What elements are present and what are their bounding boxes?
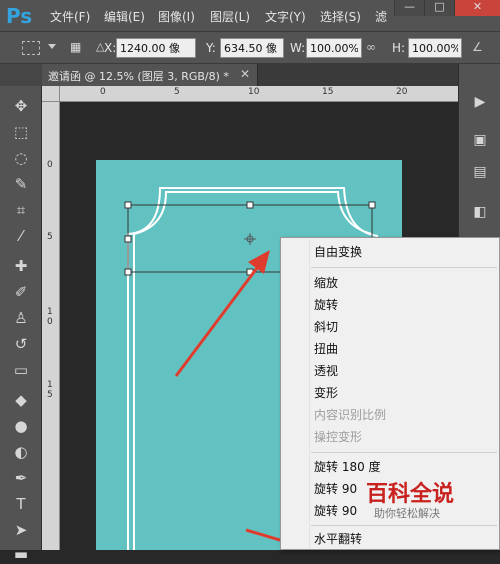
menu-item-content-aware-scale: 内容识别比例	[314, 408, 387, 422]
annotation-arrow	[174, 250, 270, 377]
menu-separator	[311, 525, 497, 526]
watermark: 百科全说 助你轻松解决	[360, 474, 464, 524]
menu-separator	[311, 267, 497, 268]
menu-item-puppet-warp: 操控变形	[314, 430, 363, 444]
menu-item-skew[interactable]: 斜切	[281, 316, 500, 338]
menu-item-scale[interactable]: 缩放	[281, 272, 500, 294]
menu-item-free-transform[interactable]: 自由变换	[281, 241, 500, 263]
menu-item-rotate[interactable]: 旋转	[281, 294, 500, 316]
menu-item-warp[interactable]: 变形	[281, 382, 500, 404]
menu-item-distort[interactable]: 扭曲	[281, 338, 500, 360]
watermark-title: 百科全说	[366, 482, 455, 507]
menu-item-perspective[interactable]: 透视	[281, 360, 500, 382]
menu-separator	[311, 452, 497, 453]
watermark-subtitle: 助你轻松解决	[374, 507, 440, 520]
menu-item-flip-horizontal[interactable]: 水平翻转	[281, 528, 500, 550]
